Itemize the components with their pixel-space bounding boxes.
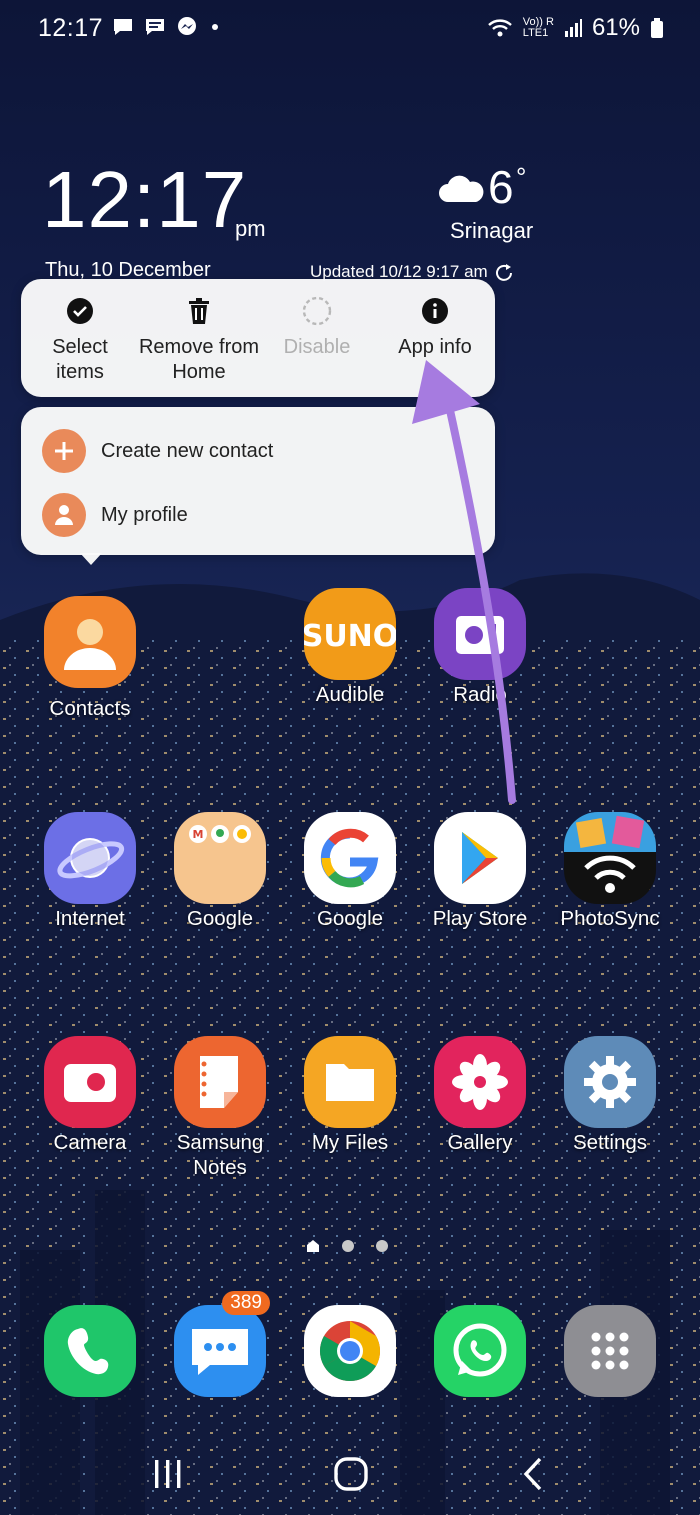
annotation-arrow (412, 360, 516, 804)
